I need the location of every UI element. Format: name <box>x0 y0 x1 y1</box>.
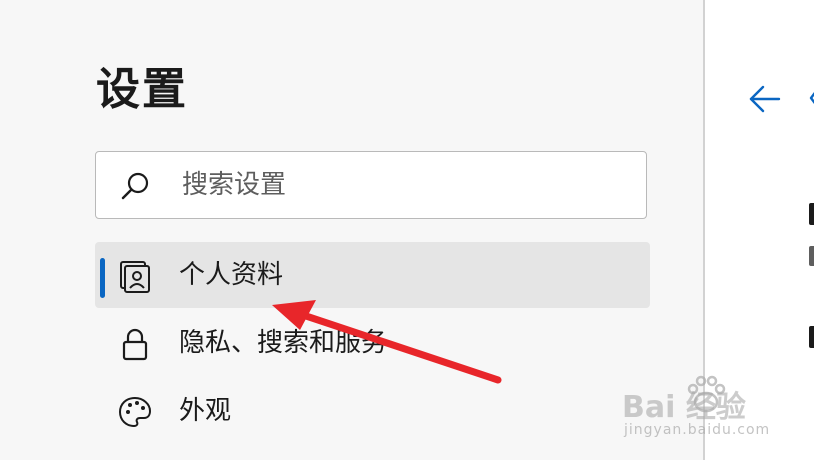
forward-arrow-icon[interactable] <box>809 88 814 108</box>
sidebar-item-privacy[interactable]: 隐私、搜索和服务 <box>95 310 650 376</box>
watermark: Bai 经验 jingyan.baidu.com <box>622 372 802 452</box>
sidebar-item-appearance[interactable]: 外观 <box>95 378 650 444</box>
active-indicator <box>100 258 105 298</box>
search-box[interactable] <box>95 151 647 219</box>
sidebar-item-label: 隐私、搜索和服务 <box>179 328 388 358</box>
lock-icon <box>122 328 148 361</box>
watermark-url: jingyan.baidu.com <box>624 422 771 438</box>
sidebar-item-profile[interactable]: 个人资料 <box>95 242 650 308</box>
content-heading-fragment <box>809 203 814 225</box>
page-title: 设置 <box>96 64 188 115</box>
content-subtext-fragment <box>809 246 814 266</box>
sidebar-item-label: 个人资料 <box>179 260 284 290</box>
back-arrow-icon[interactable] <box>747 84 781 114</box>
palette-icon <box>118 396 152 428</box>
search-input[interactable] <box>182 166 622 204</box>
watermark-logo-text: Bai 经验 <box>622 390 746 425</box>
sidebar-item-label: 外观 <box>179 396 232 426</box>
settings-sidebar: 设置 个人资料 隐私、搜索和服务 外观 <box>0 0 703 460</box>
profile-icon <box>120 261 150 293</box>
search-icon <box>121 172 149 200</box>
content-item-fragment <box>809 326 814 348</box>
